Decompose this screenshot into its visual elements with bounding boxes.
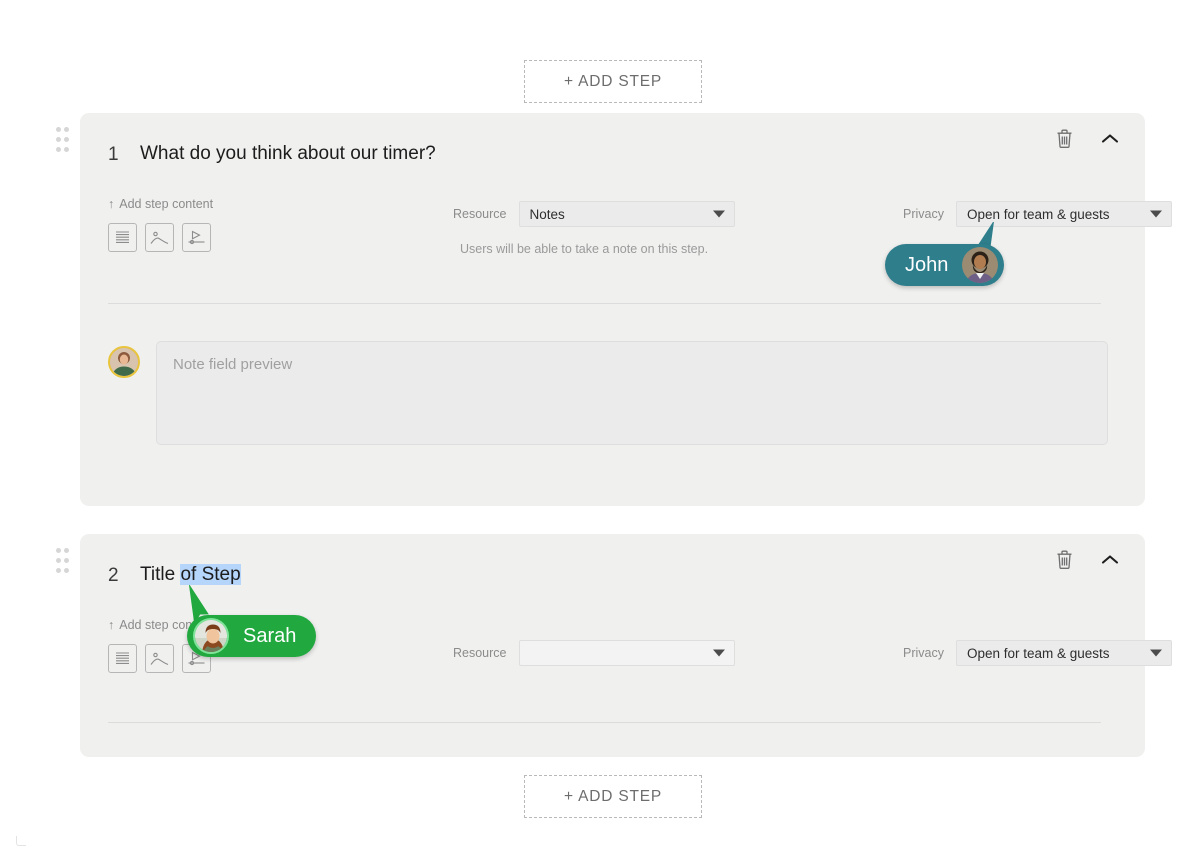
drag-dot xyxy=(56,137,61,142)
privacy-select-value-2: Open for team & guests xyxy=(966,645,1110,661)
step-1-privacy-group: Privacy Open for team & guests xyxy=(903,201,1172,227)
chevron-down-icon xyxy=(712,649,725,657)
step-1-number: 1 xyxy=(108,144,119,165)
note-field-preview[interactable]: Note field preview xyxy=(156,341,1108,445)
step-1-divider xyxy=(108,303,1101,304)
step-2-number: 2 xyxy=(108,565,119,586)
chevron-down-icon xyxy=(1149,649,1162,657)
resource-label-2: Resource xyxy=(453,646,507,660)
step-1-note-preview-row: Note field preview xyxy=(108,341,1108,445)
sarah-avatar xyxy=(193,618,229,654)
drag-dot xyxy=(64,147,69,152)
add-step-label-top: + ADD STEP xyxy=(563,72,663,90)
page-corner-artifact xyxy=(16,836,26,846)
add-step-content-text-1: Add step content xyxy=(119,197,214,211)
drag-dot xyxy=(56,147,61,152)
step-1-title[interactable]: What do you think about our timer? xyxy=(140,143,436,165)
step-2-actions xyxy=(1049,544,1125,574)
resource-select-2[interactable] xyxy=(518,640,735,666)
privacy-select-2[interactable]: Open for team & guests xyxy=(955,640,1172,666)
privacy-label-2: Privacy xyxy=(903,646,944,660)
drag-dot xyxy=(64,558,69,563)
add-step-button-bottom[interactable]: + ADD STEP xyxy=(524,775,702,818)
resource-label-1: Resource xyxy=(453,207,507,221)
add-step-label-bottom: + ADD STEP xyxy=(563,787,663,805)
text-content-icon[interactable] xyxy=(108,223,137,252)
resource-hint-1: Users will be able to take a note on thi… xyxy=(460,242,709,256)
add-step-content-label-1: ↑ Add step content xyxy=(108,197,213,211)
chevron-down-icon xyxy=(1149,210,1162,218)
step-2-divider xyxy=(108,722,1101,723)
cursor-name-john: John xyxy=(905,253,949,276)
text-content-icon[interactable] xyxy=(108,644,137,673)
drag-dot xyxy=(56,127,61,132)
drag-dot xyxy=(56,548,61,553)
cursor-label-john: John xyxy=(885,244,1005,286)
note-field-placeholder: Note field preview xyxy=(173,356,293,373)
step-card-1: 1 What do you think about our timer? ↑ A… xyxy=(80,113,1172,506)
cursor-name-sarah: Sarah xyxy=(243,624,297,647)
step-2-resource-group: Resource xyxy=(453,640,735,666)
drag-handle-step-2[interactable] xyxy=(56,548,76,578)
drag-dot xyxy=(64,137,69,142)
step-2-title-plain: Title xyxy=(140,564,181,585)
resource-select-1[interactable]: Notes xyxy=(518,201,735,227)
image-content-icon[interactable] xyxy=(145,223,174,252)
cursor-label-sarah: Sarah xyxy=(187,615,317,657)
chevron-up-icon[interactable] xyxy=(1095,544,1125,574)
step-2-header: 2 Title of Step xyxy=(80,534,1145,618)
trash-icon[interactable] xyxy=(1049,544,1079,574)
up-arrow-icon: ↑ xyxy=(108,197,115,211)
step-1-actions xyxy=(1049,123,1125,153)
step-2-title-selected-text: of Step xyxy=(180,564,241,585)
image-content-icon[interactable] xyxy=(145,644,174,673)
video-content-icon[interactable] xyxy=(182,223,211,252)
privacy-label-1: Privacy xyxy=(903,207,944,221)
step-1-add-content: ↑ Add step content xyxy=(108,197,213,252)
drag-handle-step-1[interactable] xyxy=(56,127,76,157)
john-avatar xyxy=(962,247,999,283)
chevron-up-icon[interactable] xyxy=(1095,123,1125,153)
trash-icon[interactable] xyxy=(1049,123,1079,153)
drag-dot xyxy=(64,127,69,132)
add-step-button-top[interactable]: + ADD STEP xyxy=(524,60,702,103)
sarah-avatar xyxy=(108,346,140,378)
drag-dot xyxy=(56,568,61,573)
up-arrow-icon: ↑ xyxy=(108,618,115,632)
resource-select-value-1: Notes xyxy=(529,206,565,222)
privacy-select-value-1: Open for team & guests xyxy=(966,206,1110,222)
drag-dot xyxy=(64,548,69,553)
drag-dot xyxy=(56,558,61,563)
step-2-privacy-group: Privacy Open for team & guests xyxy=(903,640,1172,666)
step-2-title[interactable]: Title of Step xyxy=(140,564,241,586)
step-1-header: 1 What do you think about our timer? xyxy=(80,113,1145,197)
drag-dot xyxy=(64,568,69,573)
workflow-steps-editor: + ADD STEP 1 What do you think about our… xyxy=(0,0,1200,850)
step-1-resource-group: Resource Notes xyxy=(453,201,735,227)
chevron-down-icon xyxy=(712,210,725,218)
step-1-content-icon-group xyxy=(108,223,213,252)
